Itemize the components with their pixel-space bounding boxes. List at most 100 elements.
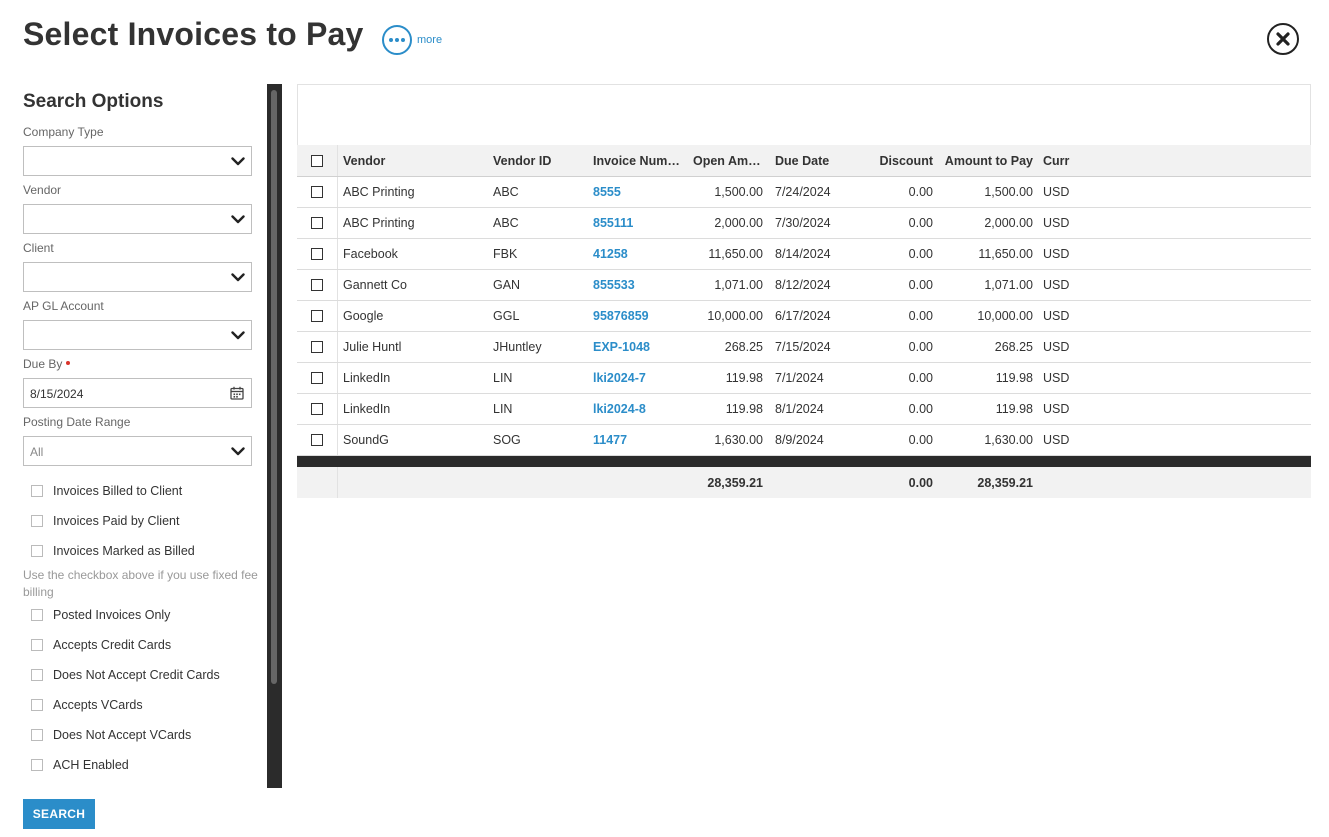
checkbox-label[interactable]: Invoices Paid by Client [53,514,179,528]
discount-cell[interactable]: 0.00 [857,309,933,323]
more-options-icon[interactable] [382,25,412,55]
checkbox-label[interactable]: Accepts Credit Cards [53,638,171,652]
checkbox-label[interactable]: Accepts VCards [53,698,143,712]
row-checkbox[interactable] [311,341,323,353]
invoice-row[interactable]: Julie Huntl JHuntley EXP-1048 268.25 7/1… [297,332,1311,363]
discount-cell[interactable]: 0.00 [857,402,933,416]
accepts-vcards-checkbox[interactable]: Accepts VCards [23,698,143,712]
discount-cell[interactable]: 0.00 [857,278,933,292]
close-button[interactable] [1267,23,1299,55]
amount-to-pay-cell[interactable]: 1,630.00 [939,433,1033,447]
column-header-open-amount[interactable]: Open Am… [693,154,765,168]
column-header-amount-to-pay[interactable]: Amount to Pay [939,154,1033,168]
checkbox-label[interactable]: Posted Invoices Only [53,608,170,622]
invoice-row[interactable]: Google GGL 95876859 10,000.00 6/17/2024 … [297,301,1311,332]
calendar-icon[interactable] [230,386,244,400]
invoice-row[interactable]: Gannett Co GAN 855533 1,071.00 8/12/2024… [297,270,1311,301]
search-button[interactable]: SEARCH [23,799,95,829]
ach-enabled-checkbox[interactable]: ACH Enabled [23,758,129,772]
amount-to-pay-cell[interactable]: 10,000.00 [939,309,1033,323]
column-divider [337,239,338,269]
column-header-invoice-number[interactable]: Invoice Num… [593,154,683,168]
select-all-checkbox[interactable] [311,155,323,167]
more-label[interactable]: more [417,34,442,46]
accepts-credit-cards-checkbox[interactable]: Accepts Credit Cards [23,638,171,652]
invoice-number-link[interactable]: EXP-1048 [593,340,683,354]
discount-cell[interactable]: 0.00 [857,216,933,230]
row-checkbox[interactable] [311,279,323,291]
column-header-vendor-id[interactable]: Vendor ID [493,154,583,168]
checkbox[interactable] [31,515,43,527]
ap-gl-account-select[interactable] [23,320,252,350]
checkbox-label[interactable]: Does Not Accept Credit Cards [53,668,220,682]
checkbox[interactable] [31,759,43,771]
checkbox[interactable] [31,545,43,557]
column-header-vendor[interactable]: Vendor [343,154,483,168]
due-by-value[interactable]: 8/15/2024 [30,387,83,401]
posted-invoices-only-checkbox[interactable]: Posted Invoices Only [23,608,170,622]
invoices-marked-as-billed-checkbox[interactable]: Invoices Marked as Billed [23,544,195,558]
amount-to-pay-cell[interactable]: 268.25 [939,340,1033,354]
sidebar-scrollbar[interactable] [267,84,282,788]
row-checkbox[interactable] [311,372,323,384]
invoice-number-link[interactable]: 8555 [593,185,683,199]
discount-cell[interactable]: 0.00 [857,340,933,354]
checkbox-label[interactable]: Invoices Marked as Billed [53,544,195,558]
invoice-number-link[interactable]: 95876859 [593,309,683,323]
company-type-select[interactable] [23,146,252,176]
scrollbar-thumb[interactable] [271,90,277,684]
due-by-date-input[interactable]: 8/15/2024 [23,378,252,408]
amount-to-pay-cell[interactable]: 11,650.00 [939,247,1033,261]
checkbox[interactable] [31,485,43,497]
discount-cell[interactable]: 0.00 [857,247,933,261]
vendor-select[interactable] [23,204,252,234]
checkbox-label[interactable]: Invoices Billed to Client [53,484,182,498]
does-not-accept-credit-cards-checkbox[interactable]: Does Not Accept Credit Cards [23,668,220,682]
checkbox[interactable] [31,729,43,741]
checkbox-label[interactable]: ACH Enabled [53,758,129,772]
close-icon[interactable] [1276,32,1290,46]
vendor-id-cell: LIN [493,371,513,385]
checkbox[interactable] [31,609,43,621]
column-header-due-date[interactable]: Due Date [775,154,855,168]
checkbox[interactable] [31,669,43,681]
invoice-number-link[interactable]: lki2024-7 [593,371,683,385]
invoices-billed-to-client-checkbox[interactable]: Invoices Billed to Client [23,484,182,498]
invoice-number-link[interactable]: lki2024-8 [593,402,683,416]
invoice-row[interactable]: ABC Printing ABC 8555 1,500.00 7/24/2024… [297,177,1311,208]
more-button[interactable]: more [382,25,442,55]
column-header-currency[interactable]: Curr [1043,154,1083,168]
does-not-accept-vcards-checkbox[interactable]: Does Not Accept VCards [23,728,191,742]
row-checkbox[interactable] [311,403,323,415]
invoice-row[interactable]: ABC Printing ABC 855111 2,000.00 7/30/20… [297,208,1311,239]
grid-totals-row: 28,359.21 0.00 28,359.21 [297,467,1311,498]
discount-cell[interactable]: 0.00 [857,185,933,199]
checkbox-label[interactable]: Does Not Accept VCards [53,728,191,742]
amount-to-pay-cell[interactable]: 119.98 [939,402,1033,416]
column-header-discount[interactable]: Discount [857,154,933,168]
invoice-number-link[interactable]: 41258 [593,247,683,261]
amount-to-pay-cell[interactable]: 1,500.00 [939,185,1033,199]
client-select[interactable] [23,262,252,292]
checkbox[interactable] [31,639,43,651]
invoice-row[interactable]: SoundG SOG 11477 1,630.00 8/9/2024 0.00 … [297,425,1311,456]
discount-cell[interactable]: 0.00 [857,433,933,447]
row-checkbox[interactable] [311,434,323,446]
row-checkbox[interactable] [311,248,323,260]
row-checkbox[interactable] [311,217,323,229]
invoice-row[interactable]: Facebook FBK 41258 11,650.00 8/14/2024 0… [297,239,1311,270]
invoice-number-link[interactable]: 855533 [593,278,683,292]
checkbox[interactable] [31,699,43,711]
invoices-paid-by-client-checkbox[interactable]: Invoices Paid by Client [23,514,179,528]
invoice-number-link[interactable]: 855111 [593,216,683,230]
amount-to-pay-cell[interactable]: 1,071.00 [939,278,1033,292]
amount-to-pay-cell[interactable]: 2,000.00 [939,216,1033,230]
invoice-row[interactable]: LinkedIn LIN lki2024-7 119.98 7/1/2024 0… [297,363,1311,394]
invoice-row[interactable]: LinkedIn LIN lki2024-8 119.98 8/1/2024 0… [297,394,1311,425]
amount-to-pay-cell[interactable]: 119.98 [939,371,1033,385]
invoice-number-link[interactable]: 11477 [593,433,683,447]
posting-date-range-select[interactable]: All [23,436,252,466]
discount-cell[interactable]: 0.00 [857,371,933,385]
row-checkbox[interactable] [311,186,323,198]
row-checkbox[interactable] [311,310,323,322]
